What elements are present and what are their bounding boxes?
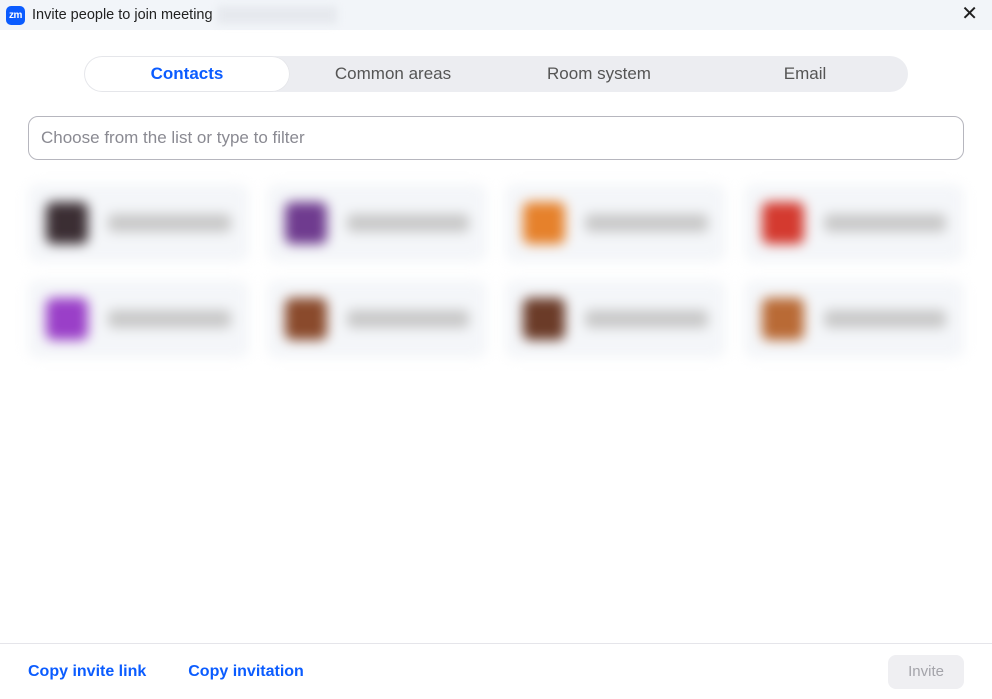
contact-card[interactable]: [28, 184, 249, 262]
avatar: [285, 202, 327, 244]
contact-card[interactable]: [267, 184, 488, 262]
avatar: [762, 298, 804, 340]
meeting-id-redacted: [217, 6, 337, 24]
contact-card[interactable]: [28, 280, 249, 358]
avatar: [523, 202, 565, 244]
contact-name-redacted: [585, 310, 708, 328]
tab-email[interactable]: Email: [702, 56, 908, 92]
avatar: [285, 298, 327, 340]
footer: Copy invite link Copy invitation Invite: [0, 643, 992, 699]
window-title: Invite people to join meeting: [32, 7, 213, 23]
spacer: [0, 368, 992, 643]
contact-name-redacted: [108, 310, 231, 328]
contact-card[interactable]: [267, 280, 488, 358]
avatar: [46, 298, 88, 340]
avatar: [46, 202, 88, 244]
app-icon: zm: [6, 6, 25, 25]
tab-contacts[interactable]: Contacts: [84, 56, 290, 92]
tabs: ContactsCommon areasRoom systemEmail: [84, 56, 908, 92]
avatar: [523, 298, 565, 340]
titlebar: zm Invite people to join meeting ✕: [0, 0, 992, 30]
filter-input[interactable]: [28, 116, 964, 160]
invite-button[interactable]: Invite: [888, 655, 964, 689]
contact-name-redacted: [347, 310, 470, 328]
search-wrap: [0, 92, 992, 174]
tab-room-system[interactable]: Room system: [496, 56, 702, 92]
copy-invite-link-button[interactable]: Copy invite link: [28, 663, 146, 681]
copy-invitation-button[interactable]: Copy invitation: [188, 663, 304, 681]
contact-card[interactable]: [505, 184, 726, 262]
contact-name-redacted: [347, 214, 470, 232]
contact-card[interactable]: [744, 280, 965, 358]
contact-name-redacted: [585, 214, 708, 232]
contact-name-redacted: [108, 214, 231, 232]
tabs-container: ContactsCommon areasRoom systemEmail: [0, 30, 992, 92]
contact-name-redacted: [824, 214, 947, 232]
contacts-grid: [0, 174, 992, 368]
contact-card[interactable]: [505, 280, 726, 358]
close-icon[interactable]: ✕: [961, 4, 978, 24]
avatar: [762, 202, 804, 244]
contact-name-redacted: [824, 310, 947, 328]
contact-card[interactable]: [744, 184, 965, 262]
tab-common-areas[interactable]: Common areas: [290, 56, 496, 92]
